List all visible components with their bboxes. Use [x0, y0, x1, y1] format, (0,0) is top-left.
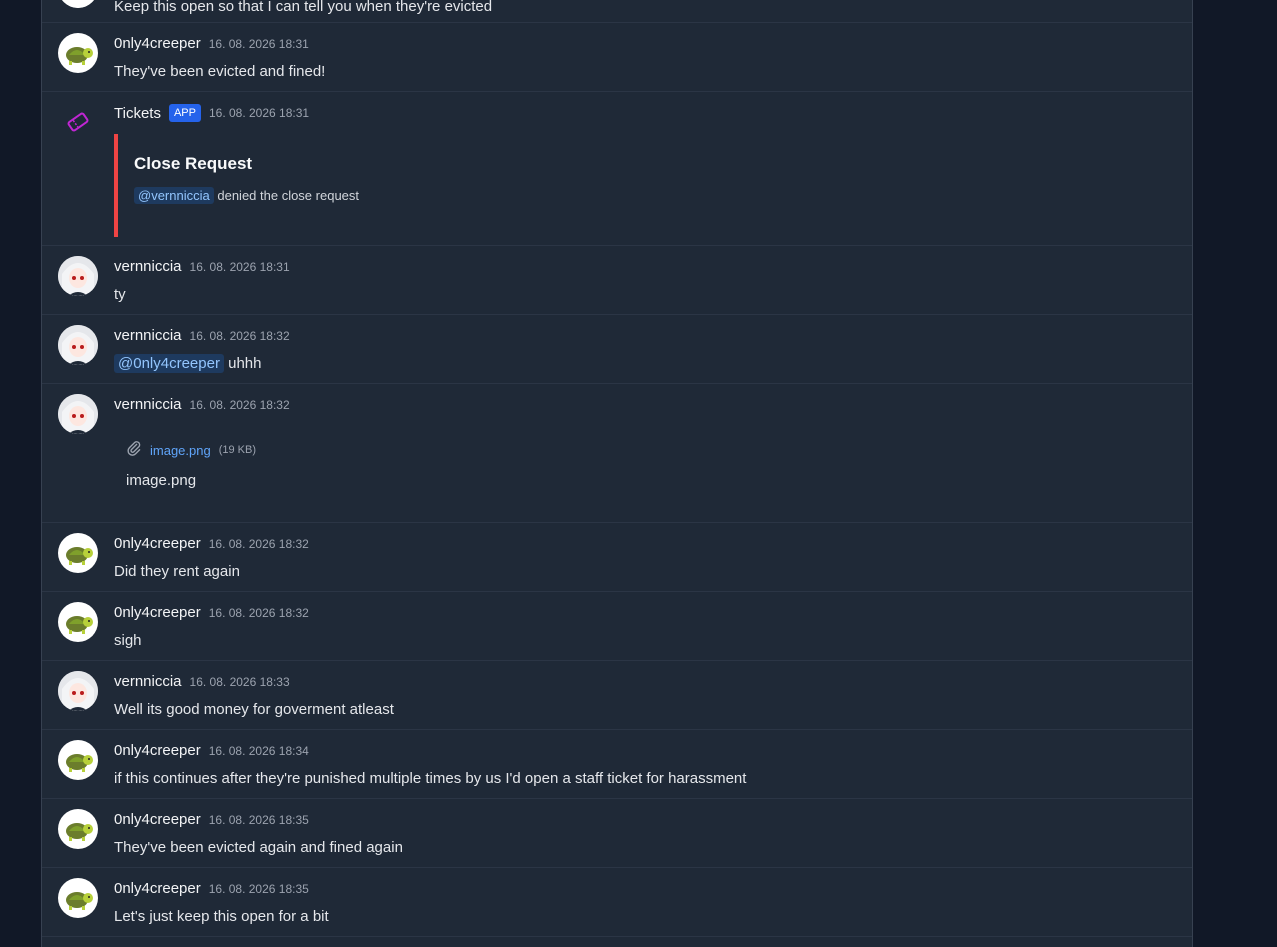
timestamp: 16. 08. 2026 18:31 [189, 259, 290, 274]
author-name[interactable]: vernniccia [114, 396, 182, 413]
message-text: if this continues after they're punished… [114, 770, 747, 787]
user-mention[interactable]: @vernniccia [134, 187, 214, 204]
message-text: Well its good money for goverment atleas… [114, 701, 394, 718]
author-name[interactable]: 0nly4creeper [114, 535, 201, 552]
message-content: @0nly4creeper uhhh [114, 354, 262, 373]
app-badge: APP [168, 104, 201, 122]
timestamp: 16. 08. 2026 18:31 [208, 36, 309, 51]
message-header: vernniccia 16. 08. 2026 18:32 [114, 327, 290, 344]
author-name[interactable]: 0nly4creeper [114, 811, 201, 828]
embed-text: denied the close request [217, 188, 360, 203]
chat-panel: Keep this open so that I can tell you wh… [41, 0, 1193, 947]
message-text: They've been evicted and fined! [114, 63, 326, 80]
message: vernniccia 16. 08. 2026 18:33 Well its g… [42, 661, 1192, 730]
message-header: 0nly4creeper 16. 08. 2026 18:35 [114, 880, 309, 897]
message: 0nly4creeper 16. 08. 2026 18:32 sigh [42, 592, 1192, 661]
message-header: 0nly4creeper 16. 08. 2026 18:34 [114, 742, 309, 759]
message-header: vernniccia 16. 08. 2026 18:33 [114, 673, 290, 690]
turtle-avatar[interactable] [58, 809, 98, 849]
anime-girl-avatar[interactable] [58, 256, 98, 296]
paperclip-icon [126, 440, 142, 460]
ticket-icon[interactable] [66, 110, 90, 134]
author-name[interactable]: vernniccia [114, 258, 182, 275]
author-name[interactable]: Tickets [114, 105, 161, 122]
message-text: They've been evicted again and fined aga… [114, 839, 403, 856]
timestamp: 16. 08. 2026 18:34 [208, 743, 309, 758]
message-header: 0nly4creeper 16. 08. 2026 18:31 [114, 35, 309, 52]
message-partial: Keep this open so that I can tell you wh… [42, 0, 1192, 23]
message-bot: Tickets APP 16. 08. 2026 18:31 Close Req… [42, 92, 1192, 246]
message-header: Tickets APP 16. 08. 2026 18:31 [114, 104, 309, 122]
anime-girl-avatar[interactable] [58, 671, 98, 711]
author-name[interactable]: 0nly4creeper [114, 35, 201, 52]
timestamp: 16. 08. 2026 18:32 [189, 397, 290, 412]
message: 0nly4creeper 16. 08. 2026 18:31 They've … [42, 23, 1192, 92]
author-name[interactable]: 0nly4creeper [114, 742, 201, 759]
author-name[interactable]: vernniccia [114, 327, 182, 344]
image-caption: image.png [126, 472, 197, 489]
timestamp: 16. 08. 2026 18:33 [189, 674, 290, 689]
timestamp: 16. 08. 2026 18:31 [208, 106, 310, 120]
author-name[interactable]: 0nly4creeper [114, 880, 201, 897]
message-header: vernniccia 16. 08. 2026 18:32 [114, 396, 290, 413]
message-text: sigh [114, 632, 142, 649]
message-attachment: vernniccia 16. 08. 2026 18:32 image.png … [42, 384, 1192, 523]
embed-card: Close Request @vernniccia denied the clo… [114, 134, 514, 237]
anime-girl-avatar[interactable] [58, 325, 98, 365]
turtle-avatar[interactable] [58, 878, 98, 918]
timestamp: 16. 08. 2026 18:32 [208, 536, 309, 551]
message-header: 0nly4creeper 16. 08. 2026 18:32 [114, 535, 309, 552]
author-name[interactable]: vernniccia [114, 673, 182, 690]
timestamp: 16. 08. 2026 18:35 [208, 881, 309, 896]
message-header: 0nly4creeper 16. 08. 2026 18:35 [114, 811, 309, 828]
turtle-avatar[interactable] [58, 0, 98, 8]
turtle-avatar[interactable] [58, 533, 98, 573]
author-name[interactable]: 0nly4creeper [114, 604, 201, 621]
timestamp: 16. 08. 2026 18:35 [208, 812, 309, 827]
message: 0nly4creeper 16. 08. 2026 18:34 if this … [42, 730, 1192, 799]
message-text: Let's just keep this open for a bit [114, 908, 329, 925]
message-header: vernniccia 16. 08. 2026 18:31 [114, 258, 290, 275]
message: 0nly4creeper 16. 08. 2026 18:32 Did they… [42, 523, 1192, 592]
turtle-avatar[interactable] [58, 740, 98, 780]
embed-title: Close Request [134, 154, 253, 173]
user-mention[interactable]: @0nly4creeper [114, 354, 224, 373]
turtle-avatar[interactable] [58, 602, 98, 642]
attachment-link[interactable]: image.png [150, 443, 211, 458]
message: vernniccia 16. 08. 2026 18:31 ty [42, 246, 1192, 315]
message-text: ty [114, 286, 126, 303]
attachment-size: (19 KB) [218, 444, 257, 456]
embed-description: @vernniccia denied the close request [134, 187, 514, 204]
turtle-avatar[interactable] [58, 33, 98, 73]
message: vernniccia 16. 08. 2026 18:32 @0nly4cree… [42, 315, 1192, 384]
message-header: 0nly4creeper 16. 08. 2026 18:32 [114, 604, 309, 621]
timestamp: 16. 08. 2026 18:32 [208, 605, 309, 620]
anime-girl-avatar[interactable] [58, 394, 98, 434]
message-text: uhhh [228, 355, 262, 372]
message-text: Keep this open so that I can tell you wh… [114, 0, 493, 15]
attachment: image.png (19 KB) [126, 440, 256, 460]
message: 0nly4creeper 16. 08. 2026 18:35 They've … [42, 799, 1192, 868]
message: 0nly4creeper 16. 08. 2026 18:35 Let's ju… [42, 868, 1192, 937]
timestamp: 16. 08. 2026 18:32 [189, 328, 290, 343]
message-text: Did they rent again [114, 563, 240, 580]
